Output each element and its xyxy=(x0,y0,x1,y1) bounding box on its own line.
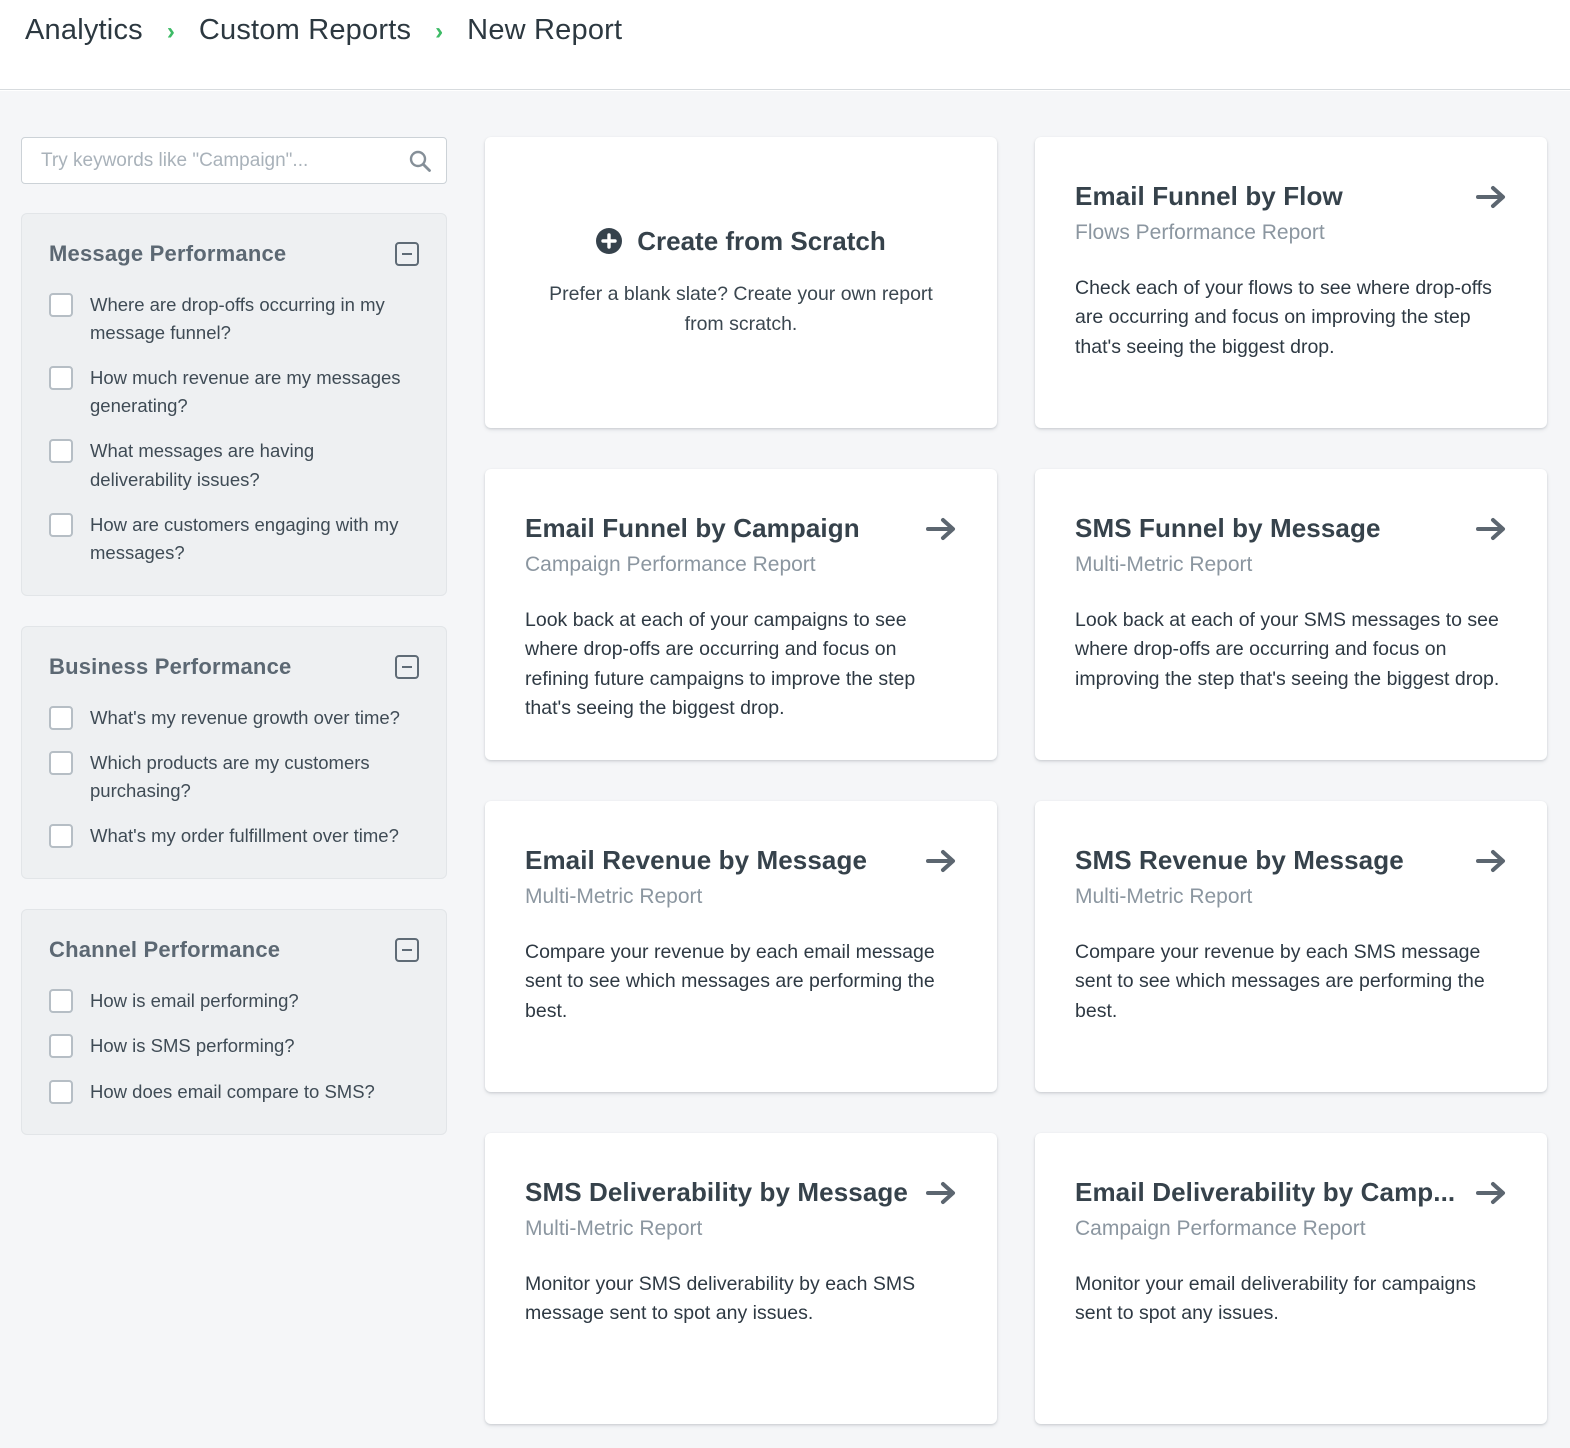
filter-item: How much revenue are my messages generat… xyxy=(49,364,420,420)
filter-item: Where are drop-offs occurring in my mess… xyxy=(49,291,420,347)
card-title: Email Revenue by Message xyxy=(525,845,867,876)
checkbox-message-deliverability[interactable] xyxy=(49,439,73,463)
filter-item: What's my order fulfillment over time? xyxy=(49,822,420,850)
card-title: Email Funnel by Flow xyxy=(1075,181,1343,212)
card-email-funnel-by-flow[interactable]: Email Funnel by Flow Flows Performance R… xyxy=(1035,137,1547,428)
section-channel-performance: Channel Performance How is email perform… xyxy=(21,909,447,1134)
checkbox-products-purchasing[interactable] xyxy=(49,751,73,775)
filter-label: How does email compare to SMS? xyxy=(90,1078,375,1106)
checkbox-email-performing[interactable] xyxy=(49,989,73,1013)
card-subtitle: Campaign Performance Report xyxy=(1075,1217,1507,1241)
card-description: Look back at each of your SMS messages t… xyxy=(1075,606,1507,694)
filter-label: What messages are having deliverability … xyxy=(90,437,420,493)
section-business-performance: Business Performance What's my revenue g… xyxy=(21,626,447,879)
arrow-right-icon xyxy=(1475,184,1507,210)
section-title: Message Performance xyxy=(49,241,286,267)
card-title: SMS Deliverability by Message xyxy=(525,1177,908,1208)
collapse-minus-icon[interactable] xyxy=(394,654,420,680)
card-email-funnel-by-campaign[interactable]: Email Funnel by Campaign Campaign Perfor… xyxy=(485,469,997,760)
plus-circle-icon xyxy=(596,228,622,254)
section-header: Business Performance xyxy=(49,654,420,680)
filters-sidebar: Message Performance Where are drop-offs … xyxy=(21,137,447,1165)
card-description: Check each of your flows to see where dr… xyxy=(1075,274,1507,362)
filter-label: Where are drop-offs occurring in my mess… xyxy=(90,291,420,347)
checkbox-order-fulfillment[interactable] xyxy=(49,824,73,848)
arrow-right-icon xyxy=(1475,848,1507,874)
breadcrumb-new-report: New Report xyxy=(467,14,622,47)
collapse-minus-icon[interactable] xyxy=(394,937,420,963)
filter-item: What's my revenue growth over time? xyxy=(49,704,420,732)
card-description: Compare your revenue by each SMS message… xyxy=(1075,938,1507,1026)
arrow-right-icon xyxy=(925,516,957,542)
filter-item: What messages are having deliverability … xyxy=(49,437,420,493)
arrow-right-icon xyxy=(925,1180,957,1206)
checkbox-sms-performing[interactable] xyxy=(49,1034,73,1058)
card-description: Look back at each of your campaigns to s… xyxy=(525,606,957,723)
filter-item: How is SMS performing? xyxy=(49,1032,420,1060)
checkbox-revenue-growth[interactable] xyxy=(49,706,73,730)
card-title: Email Funnel by Campaign xyxy=(525,513,860,544)
card-subtitle: Multi-Metric Report xyxy=(1075,553,1507,577)
filter-item: Which products are my customers purchasi… xyxy=(49,749,420,805)
card-create-from-scratch[interactable]: Create from Scratch Prefer a blank slate… xyxy=(485,137,997,428)
filter-item: How are customers engaging with my messa… xyxy=(49,511,420,567)
card-title: SMS Funnel by Message xyxy=(1075,513,1381,544)
search-box xyxy=(21,137,447,184)
card-description: Monitor your SMS deliverability by each … xyxy=(525,1270,957,1329)
card-email-deliverability-by-campaign[interactable]: Email Deliverability by Camp... Campaign… xyxy=(1035,1133,1547,1424)
filter-label: How is SMS performing? xyxy=(90,1032,295,1060)
card-subtitle: Flows Performance Report xyxy=(1075,221,1507,245)
breadcrumb-custom-reports[interactable]: Custom Reports xyxy=(199,14,411,47)
collapse-minus-icon[interactable] xyxy=(394,241,420,267)
search-input[interactable] xyxy=(21,137,447,184)
card-subtitle: Multi-Metric Report xyxy=(1075,885,1507,909)
report-cards-grid: Create from Scratch Prefer a blank slate… xyxy=(485,137,1547,1424)
card-title: Create from Scratch xyxy=(637,226,886,257)
card-sms-deliverability-by-message[interactable]: SMS Deliverability by Message Multi-Metr… xyxy=(485,1133,997,1424)
checkbox-email-vs-sms[interactable] xyxy=(49,1080,73,1104)
section-title: Channel Performance xyxy=(49,937,280,963)
search-icon[interactable] xyxy=(408,149,432,173)
card-description: Prefer a blank slate? Create your own re… xyxy=(536,279,946,339)
filter-label: Which products are my customers purchasi… xyxy=(90,749,420,805)
filter-label: What's my order fulfillment over time? xyxy=(90,822,399,850)
card-sms-revenue-by-message[interactable]: SMS Revenue by Message Multi-Metric Repo… xyxy=(1035,801,1547,1092)
chevron-right-icon: › xyxy=(167,20,175,44)
arrow-right-icon xyxy=(925,848,957,874)
card-subtitle: Campaign Performance Report xyxy=(525,553,957,577)
filter-item: How does email compare to SMS? xyxy=(49,1078,420,1106)
card-subtitle: Multi-Metric Report xyxy=(525,1217,957,1241)
checkbox-message-revenue[interactable] xyxy=(49,366,73,390)
arrow-right-icon xyxy=(1475,1180,1507,1206)
filter-label: How is email performing? xyxy=(90,987,299,1015)
section-title: Business Performance xyxy=(49,654,291,680)
filter-item: How is email performing? xyxy=(49,987,420,1015)
checkbox-message-engagement[interactable] xyxy=(49,513,73,537)
card-subtitle: Multi-Metric Report xyxy=(525,885,957,909)
breadcrumb-analytics[interactable]: Analytics xyxy=(25,14,143,47)
card-title: SMS Revenue by Message xyxy=(1075,845,1404,876)
arrow-right-icon xyxy=(1475,516,1507,542)
section-header: Message Performance xyxy=(49,241,420,267)
card-email-revenue-by-message[interactable]: Email Revenue by Message Multi-Metric Re… xyxy=(485,801,997,1092)
create-title-row: Create from Scratch xyxy=(596,226,886,257)
breadcrumb: Analytics › Custom Reports › New Report xyxy=(0,0,1570,47)
card-description: Monitor your email deliverability for ca… xyxy=(1075,1270,1507,1329)
card-title: Email Deliverability by Camp... xyxy=(1075,1177,1455,1208)
card-description: Compare your revenue by each email messa… xyxy=(525,938,957,1026)
section-header: Channel Performance xyxy=(49,937,420,963)
checkbox-message-dropoffs[interactable] xyxy=(49,293,73,317)
filter-label: How much revenue are my messages generat… xyxy=(90,364,420,420)
page-header: Analytics › Custom Reports › New Report xyxy=(0,0,1570,90)
section-message-performance: Message Performance Where are drop-offs … xyxy=(21,213,447,596)
chevron-right-icon: › xyxy=(435,20,443,44)
card-sms-funnel-by-message[interactable]: SMS Funnel by Message Multi-Metric Repor… xyxy=(1035,469,1547,760)
filter-label: How are customers engaging with my messa… xyxy=(90,511,420,567)
content-area: Message Performance Where are drop-offs … xyxy=(0,91,1570,1448)
filter-label: What's my revenue growth over time? xyxy=(90,704,400,732)
